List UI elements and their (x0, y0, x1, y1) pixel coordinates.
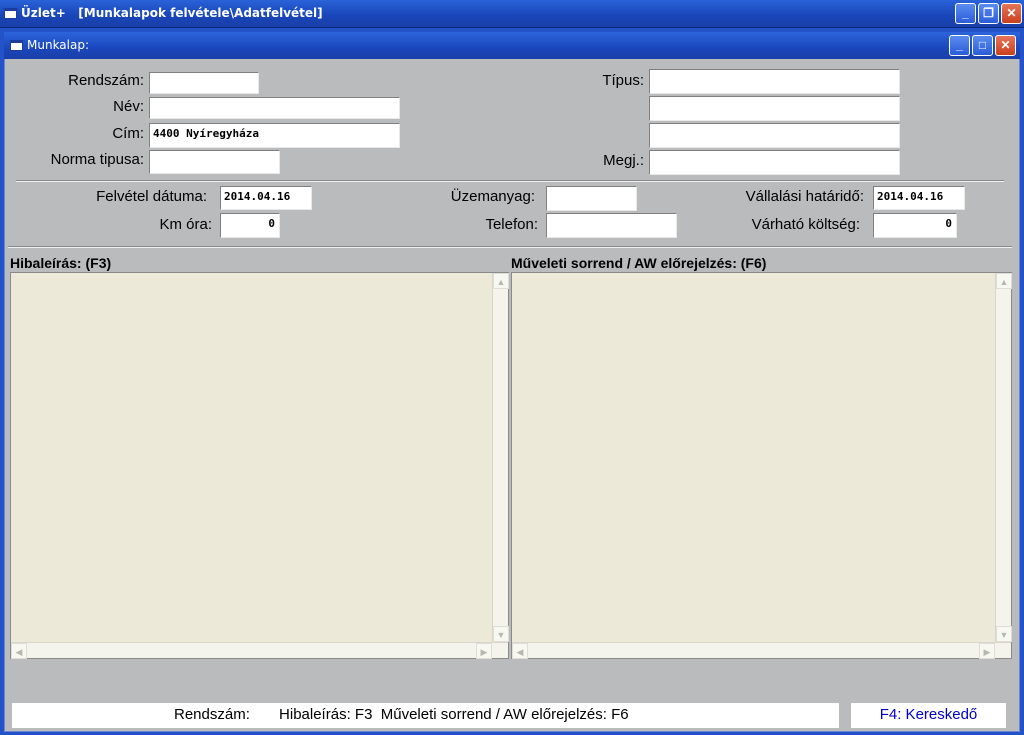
megj-field[interactable] (649, 150, 900, 175)
status-bar-hints: Rendszám: Hibaleírás: F3 Műveleti sorren… (12, 703, 839, 728)
km-field[interactable]: 0 (220, 213, 280, 238)
scroll-left-icon[interactable]: ◀ (512, 643, 528, 659)
varhato-label: Várható költség: (751, 216, 860, 233)
separator-1 (16, 180, 1004, 182)
muveleti-memo[interactable]: ▲ ▼ ◀ ▶ (511, 272, 1012, 659)
minimize-button[interactable]: _ (955, 3, 976, 24)
telefon-label: Telefon: (485, 216, 538, 233)
maximize-icon: □ (978, 38, 987, 52)
scroll-down-icon[interactable]: ▼ (996, 626, 1012, 642)
hibaleiras-vscrollbar[interactable]: ▲ ▼ (492, 273, 509, 642)
nev-label: Név: (113, 98, 144, 115)
norma-label: Norma tipusa: (50, 151, 144, 168)
close-icon: ✕ (1006, 6, 1017, 20)
cim-field[interactable]: 4400 Nyíregyháza (149, 123, 400, 148)
rendszam-label: Rendszám: (68, 72, 144, 89)
rendszam-field[interactable] (149, 72, 259, 94)
varhato-field[interactable]: 0 (873, 213, 957, 238)
main-title-bar[interactable]: Üzlet+ [Munkalapok felvétele\Adatfelvéte… (0, 0, 1024, 28)
restore-button[interactable]: ❐ (978, 3, 999, 24)
km-label: Km óra: (159, 216, 212, 233)
scroll-up-icon[interactable]: ▲ (996, 273, 1012, 289)
uzemanyag-field[interactable] (546, 186, 637, 211)
close-button[interactable]: ✕ (1001, 3, 1022, 24)
felvetel-label: Felvétel dátuma: (96, 188, 207, 205)
app-icon (4, 8, 17, 19)
scroll-down-icon[interactable]: ▼ (493, 626, 509, 642)
uzemanyag-label: Üzemanyag: (450, 188, 535, 205)
megj-label: Megj.: (603, 152, 644, 169)
child-minimize-button[interactable]: _ (949, 35, 970, 56)
scroll-right-icon[interactable]: ▶ (476, 643, 492, 659)
muveleti-section-label: Műveleti sorrend / AW előrejelzés: (F6) (511, 255, 767, 271)
hibaleiras-memo[interactable]: ▲ ▼ ◀ ▶ (10, 272, 509, 659)
window-title: Üzlet+ [Munkalapok felvétele\Adatfelvéte… (21, 6, 323, 20)
telefon-field[interactable] (546, 213, 677, 238)
muveleti-hscrollbar[interactable]: ◀ ▶ (512, 642, 1011, 659)
tipus-field-3[interactable] (649, 123, 900, 148)
vallalasi-field[interactable]: 2014.04.16 (873, 186, 965, 210)
cim-label: Cím: (112, 125, 144, 142)
separator-2 (8, 246, 1012, 248)
hibaleiras-hscrollbar[interactable]: ◀ ▶ (11, 642, 508, 659)
felvetel-field[interactable]: 2014.04.16 (220, 186, 312, 210)
tipus-field-2[interactable] (649, 96, 900, 121)
minimize-icon: _ (956, 38, 963, 52)
form-icon (10, 40, 23, 51)
child-close-button[interactable]: ✕ (995, 35, 1016, 56)
minimize-icon: _ (962, 6, 969, 20)
restore-icon: ❐ (983, 6, 994, 20)
vallalasi-label: Vállalási határidő: (745, 188, 864, 205)
dealer-shortcut[interactable]: F4: Kereskedő (851, 703, 1006, 728)
nev-field[interactable] (149, 97, 400, 119)
child-title-bar[interactable]: Munkalap: _ □ ✕ (4, 32, 1020, 59)
tipus-label: Típus: (602, 72, 644, 89)
tipus-field[interactable] (649, 69, 900, 94)
scroll-right-icon[interactable]: ▶ (979, 643, 995, 659)
muveleti-vscrollbar[interactable]: ▲ ▼ (995, 273, 1012, 642)
child-maximize-button[interactable]: □ (972, 35, 993, 56)
scroll-left-icon[interactable]: ◀ (11, 643, 27, 659)
scroll-up-icon[interactable]: ▲ (493, 273, 509, 289)
close-icon: ✕ (1000, 38, 1011, 52)
norma-field[interactable] (149, 150, 280, 174)
hibaleiras-section-label: Hibaleírás: (F3) (10, 255, 112, 271)
child-window-title: Munkalap: (27, 38, 90, 52)
